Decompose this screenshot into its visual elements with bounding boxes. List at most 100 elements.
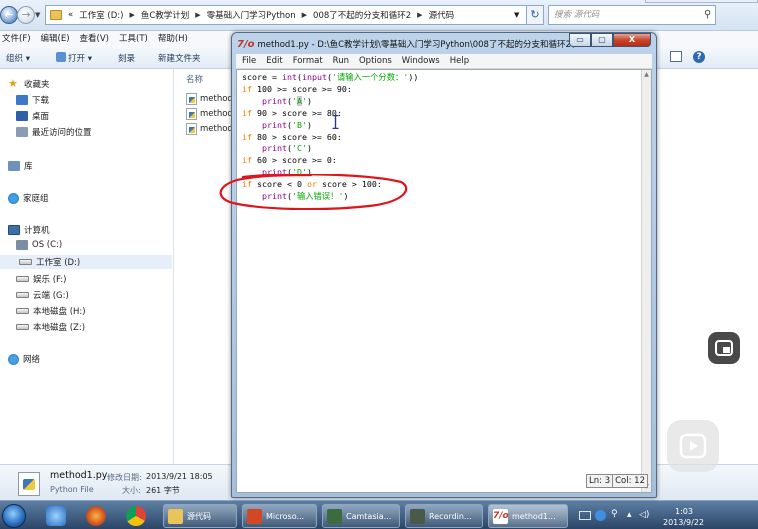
arrow-up-icon[interactable]: ▴ xyxy=(627,510,632,520)
open-button[interactable]: 打开 ▾ xyxy=(56,52,92,64)
burn-button[interactable]: 刻录 xyxy=(118,52,135,64)
breadcrumb-item[interactable]: 鱼C教学计划 xyxy=(141,9,189,21)
clock-time[interactable]: 1:03 xyxy=(675,507,693,516)
navigation-pane: ★ 收藏夹 下载 桌面 最近访问的位置 库 家庭组 计算机 OS (C:) 工作室… xyxy=(0,69,174,464)
help-icon[interactable]: ? xyxy=(693,51,705,63)
address-dropdown-icon[interactable]: ▼ xyxy=(514,11,519,19)
idle-logo-icon: 7/o xyxy=(237,38,255,50)
maximize-button[interactable]: ▢ xyxy=(591,33,613,47)
breadcrumb[interactable]: « 工作室 (D:) ▶ 鱼C教学计划 ▶ 零基础入门学习Python ▶ 00… xyxy=(45,5,529,25)
start-button[interactable] xyxy=(2,504,26,528)
task-recording[interactable]: Recordin... xyxy=(405,504,483,528)
nav-drive-f[interactable]: 娱乐 (F:) xyxy=(16,273,66,285)
column-header-name[interactable]: 名称 xyxy=(186,73,203,85)
window-title-text: method1.py - D:\鱼C教学计划\零基础入门学习Python\008… xyxy=(257,40,582,50)
code-text[interactable]: score = int(input('请输入一个分数：')) if 100 >=… xyxy=(242,72,418,203)
status-bar: Ln: 3 Col: 12 xyxy=(586,474,648,488)
history-dropdown-icon[interactable]: ▼ xyxy=(35,11,40,19)
nav-downloads[interactable]: 下载 xyxy=(16,94,49,106)
screen-toggle-button[interactable] xyxy=(708,332,740,364)
clock-date[interactable]: 2013/9/22 xyxy=(663,518,704,527)
downloads-icon xyxy=(16,95,28,105)
nav-computer[interactable]: 计算机 xyxy=(8,224,50,236)
code-line: print('B') xyxy=(261,119,312,130)
menu-windows[interactable]: Windows xyxy=(402,56,440,66)
window-title: 7/o method1.py - D:\鱼C教学计划\零基础入门学习Python… xyxy=(237,38,582,51)
nav-drive-d[interactable]: 工作室 (D:) xyxy=(0,255,172,269)
menu-edit[interactable]: Edit xyxy=(266,56,282,66)
display-icon[interactable] xyxy=(579,511,591,520)
breadcrumb-item[interactable]: 008了不起的分支和循环2 xyxy=(313,9,411,21)
nav-network[interactable]: 网络 xyxy=(8,353,40,365)
menu-edit[interactable]: 编辑(E) xyxy=(41,32,70,44)
task-label: Camtasia... xyxy=(346,511,392,521)
forward-button[interactable]: → xyxy=(17,6,35,24)
breadcrumb-item[interactable]: 零基础入门学习Python xyxy=(207,9,296,21)
menu-format[interactable]: Format xyxy=(293,56,323,66)
qq-icon[interactable] xyxy=(46,506,66,526)
chevron-right-icon[interactable]: ▶ xyxy=(302,11,307,19)
minimize-button[interactable]: ▭ xyxy=(569,33,591,47)
nav-label: 库 xyxy=(24,162,33,172)
nav-homegroup[interactable]: 家庭组 xyxy=(8,192,49,204)
menu-view[interactable]: 查看(V) xyxy=(80,32,109,44)
task-label: Recordin... xyxy=(429,511,472,521)
chevron-right-icon[interactable]: ▶ xyxy=(417,11,422,19)
back-button[interactable]: ← xyxy=(0,6,18,24)
breadcrumb-item[interactable]: 源代码 xyxy=(429,9,455,21)
play-button[interactable] xyxy=(667,420,719,472)
file-item[interactable]: method xyxy=(186,108,233,120)
vertical-scrollbar[interactable]: ▲ ▼ xyxy=(641,70,651,492)
menu-file[interactable]: 文件(F) xyxy=(2,32,31,44)
nav-favorites[interactable]: ★ 收藏夹 xyxy=(8,78,50,90)
nav-drive-g[interactable]: 云端 (G:) xyxy=(16,289,69,301)
chrome-icon[interactable] xyxy=(126,506,146,526)
task-powerpoint[interactable]: Microso... xyxy=(242,504,317,528)
code-line: print('D') xyxy=(261,167,312,178)
nav-label: 网络 xyxy=(23,355,41,365)
menu-file[interactable]: File xyxy=(242,56,256,66)
nav-drive-h[interactable]: 本地磁盘 (H:) xyxy=(16,305,86,317)
chevron-right-icon[interactable]: ▶ xyxy=(195,11,200,19)
breadcrumb-item[interactable]: 工作室 (D:) xyxy=(79,9,123,21)
folder-icon xyxy=(168,508,183,524)
menu-tools[interactable]: 工具(T) xyxy=(119,32,148,44)
file-item[interactable]: method xyxy=(186,93,233,105)
task-explorer[interactable]: 源代码 xyxy=(163,504,237,528)
open-icon xyxy=(56,52,66,62)
file-name: method xyxy=(200,109,233,119)
task-idle[interactable]: 7/o method1... xyxy=(488,504,568,528)
search-input[interactable]: 搜索 源代码 xyxy=(548,5,716,25)
help-icon[interactable] xyxy=(595,510,606,521)
network-icon xyxy=(8,353,19,365)
scroll-up-icon[interactable]: ▲ xyxy=(643,71,650,79)
menu-run[interactable]: Run xyxy=(333,56,349,66)
code-editor[interactable]: score = int(input('请输入一个分数：')) if 100 >=… xyxy=(236,69,652,493)
close-button[interactable]: X xyxy=(613,33,651,47)
menu-help[interactable]: Help xyxy=(450,56,469,66)
organize-button[interactable]: 组织 ▾ xyxy=(6,52,30,64)
network-tray-icon[interactable]: ⚲ xyxy=(611,509,618,519)
preview-pane-icon[interactable] xyxy=(670,51,682,62)
menu-options[interactable]: Options xyxy=(359,56,392,66)
file-item[interactable]: method xyxy=(186,123,233,135)
volume-icon[interactable]: ◁) xyxy=(639,510,649,520)
nav-label: 本地磁盘 (Z:) xyxy=(33,323,86,333)
menu-help[interactable]: 帮助(H) xyxy=(158,32,188,44)
nav-recent[interactable]: 最近访问的位置 xyxy=(16,126,92,138)
breadcrumb-overflow[interactable]: « xyxy=(68,10,73,20)
refresh-button[interactable]: ↻ xyxy=(526,5,544,25)
search-icon[interactable]: ⚲ xyxy=(704,9,711,20)
task-label: Microso... xyxy=(266,511,305,521)
nav-drive-c[interactable]: OS (C:) xyxy=(16,240,62,250)
code-line: print('输入错误！') xyxy=(261,191,349,202)
nav-desktop[interactable]: 桌面 xyxy=(16,110,49,122)
nav-drive-z[interactable]: 本地磁盘 (Z:) xyxy=(16,321,85,333)
chevron-right-icon[interactable]: ▶ xyxy=(129,11,134,19)
task-camtasia[interactable]: Camtasia... xyxy=(322,504,400,528)
firefox-icon[interactable] xyxy=(86,506,106,526)
screen-mode-icon xyxy=(715,340,733,356)
new-folder-button[interactable]: 新建文件夹 xyxy=(158,52,201,64)
nav-libraries[interactable]: 库 xyxy=(8,160,33,172)
nav-label: 下载 xyxy=(32,96,50,106)
